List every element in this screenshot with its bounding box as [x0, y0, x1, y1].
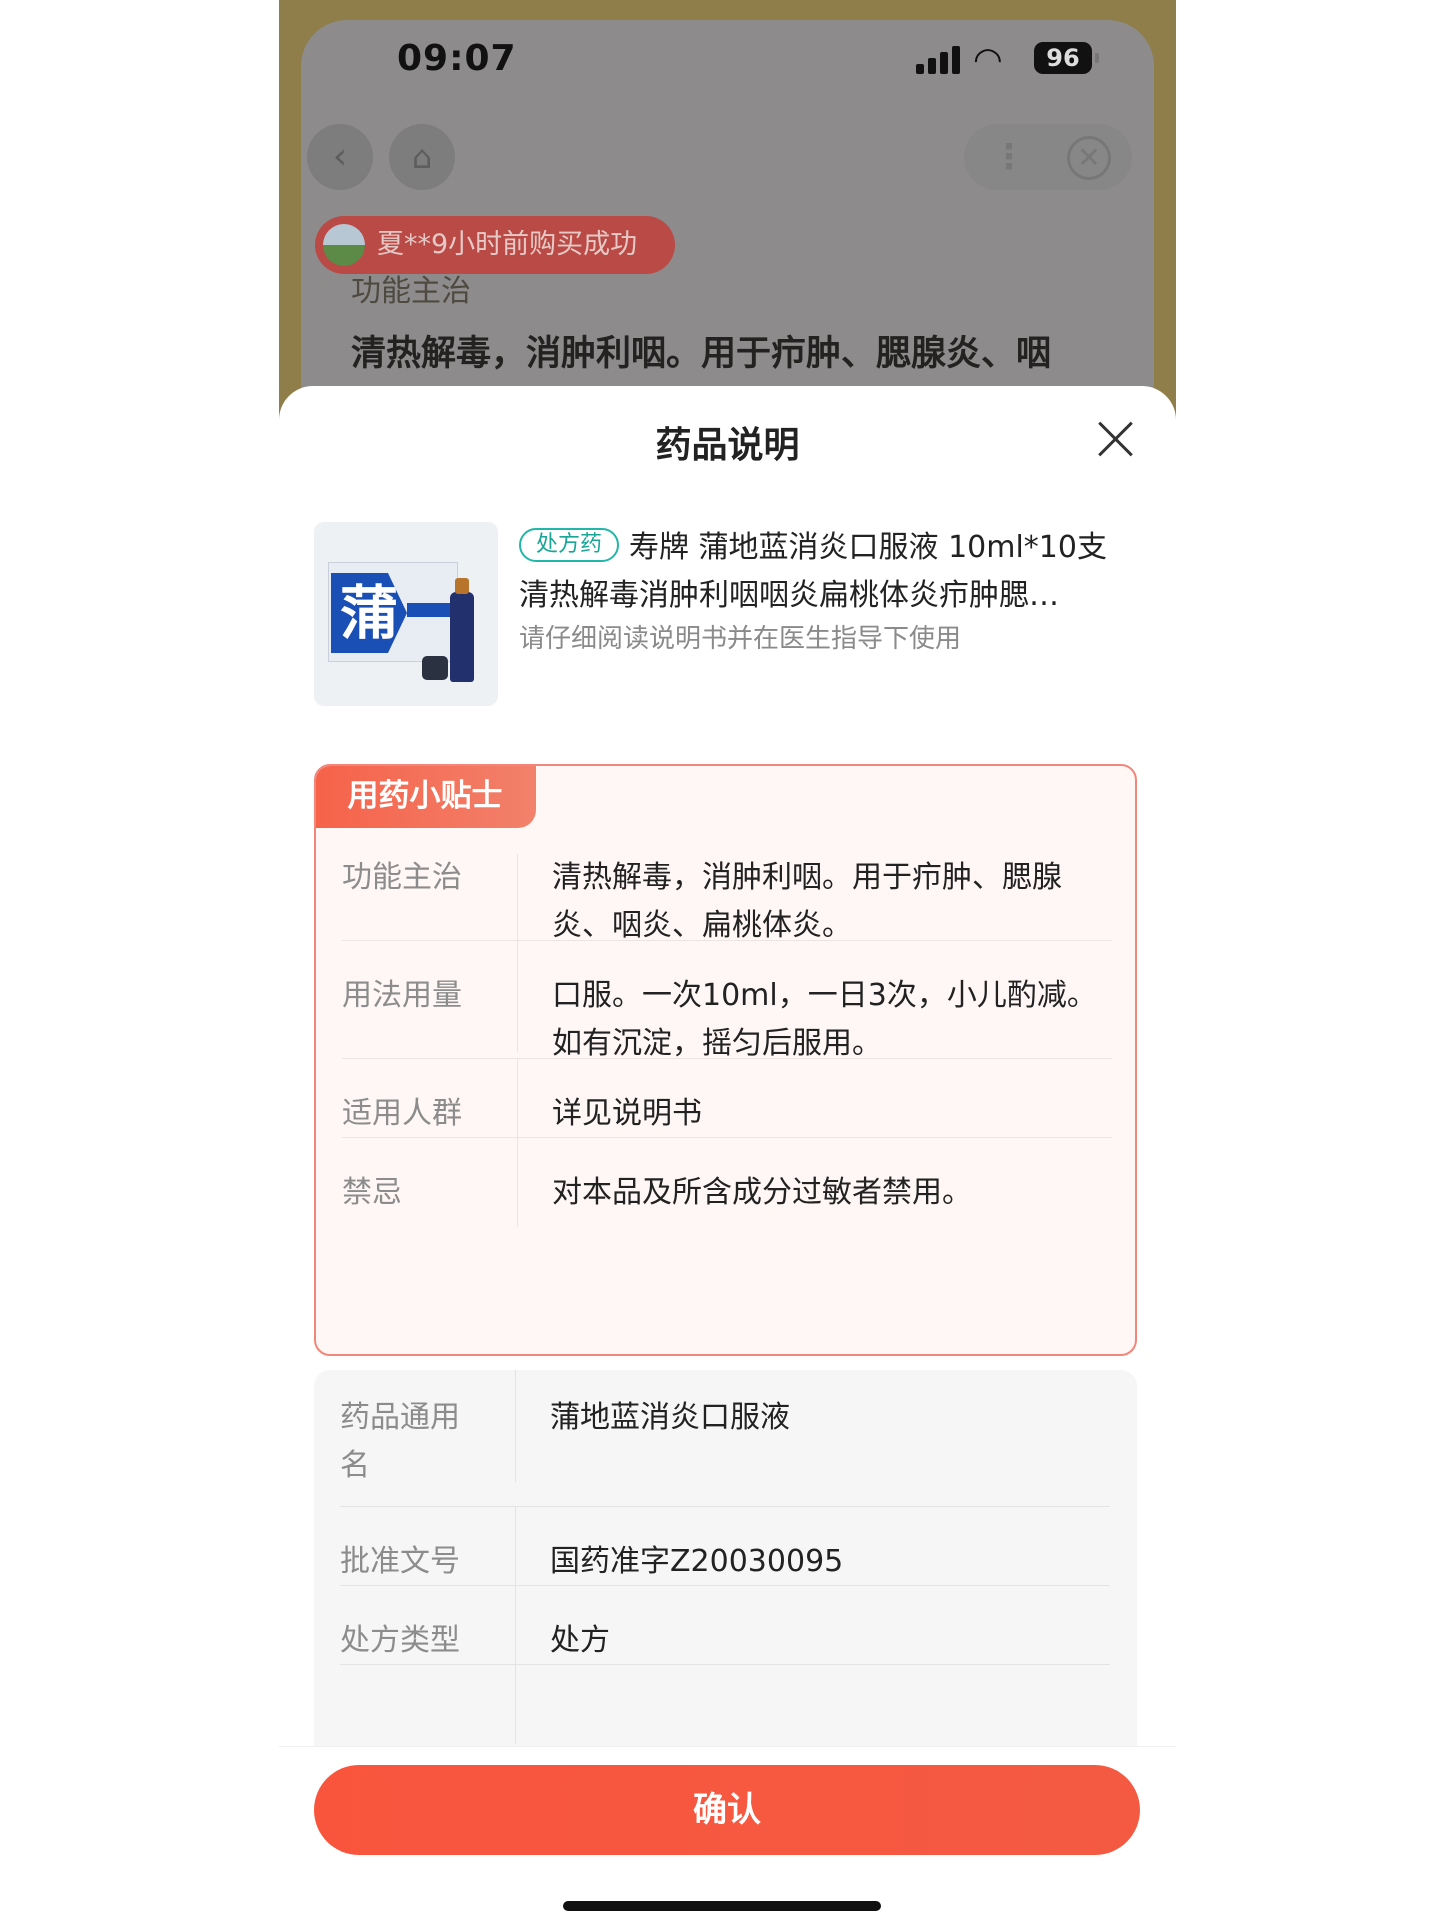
info-row-approval-number: 批准文号 国药准字Z20030095 — [340, 1506, 1110, 1602]
home-indicator — [563, 1901, 881, 1911]
row-label: 药品通用名 — [340, 1400, 460, 1483]
product-description: 清热解毒消肿利咽咽炎扁桃体炎疖肿腮… — [519, 578, 1059, 613]
toast-text: 夏**9小时前购买成功 — [377, 229, 638, 260]
battery-icon: 96 — [1034, 42, 1099, 74]
row-value: 口服。一次10ml，一日3次，小儿酌减。如有沉淀，摇匀后服用。 — [552, 978, 1097, 1061]
row-value: 蒲地蓝消炎口服液 — [550, 1400, 790, 1435]
info-row-generic-name: 药品通用名 蒲地蓝消炎口服液 — [340, 1370, 1110, 1506]
medication-tips-card: 用药小贴士 功能主治 清热解毒，消肿利咽。用于疖肿、腮腺炎、咽炎、扁桃体炎。 用… — [314, 764, 1137, 1356]
avatar — [323, 224, 365, 266]
tips-badge: 用药小贴士 — [316, 766, 536, 828]
vial-icon — [422, 656, 448, 680]
row-label: 批准文号 — [340, 1544, 460, 1579]
product-image: 蒲 — [314, 522, 498, 706]
confirm-button[interactable]: 确认 — [314, 1765, 1140, 1855]
back-icon[interactable]: ‹ — [307, 124, 373, 190]
row-label: 处方类型 — [340, 1623, 460, 1658]
more-icon[interactable]: ⋮ — [985, 124, 1033, 190]
drug-info-sheet: 药品说明 蒲 处方药 寿牌 蒲地蓝消炎口服液 10ml*10支 清热解毒消肿利咽… — [279, 386, 1176, 1920]
bg-section-text: 清热解毒，消肿利咽。用于疖肿、腮腺炎、咽 — [351, 334, 1052, 374]
row-label: 禁忌 — [342, 1175, 402, 1210]
tips-row-indication: 功能主治 清热解毒，消肿利咽。用于疖肿、腮腺炎、咽炎、扁桃体炎。 — [342, 854, 1112, 966]
row-label: 适用人群 — [342, 1096, 462, 1131]
row-value: 处方 — [550, 1623, 610, 1658]
bottle-icon — [450, 578, 474, 682]
row-value: 详见说明书 — [552, 1096, 702, 1131]
rx-tag: 处方药 — [519, 528, 619, 562]
product-tip: 请仔细阅读说明书并在医生指导下使用 — [519, 624, 962, 654]
row-label: 功能主治 — [342, 860, 462, 895]
tips-row-dosage: 用法用量 口服。一次10ml，一日3次，小儿酌减。如有沉淀，摇匀后服用。 — [342, 940, 1112, 1084]
tips-row-contraindication: 禁忌 对本品及所含成分过敏者禁用。 — [342, 1137, 1112, 1233]
sheet-footer: 确认 — [279, 1746, 1176, 1920]
product-box: 蒲 — [328, 562, 459, 662]
home-icon[interactable]: ⌂ — [389, 124, 455, 190]
row-label: 用法用量 — [342, 978, 462, 1013]
phone-screen: 09:07 ◠ 96 ‹ ⌂ ⋮ ✕ 夏**9小时前购买成功 功能主治 清热解毒… — [279, 0, 1176, 1920]
row-value: 清热解毒，消肿利咽。用于疖肿、腮腺炎、咽炎、扁桃体炎。 — [552, 860, 1062, 943]
info-row-prescription-type: 处方类型 处方 — [340, 1585, 1110, 1681]
tips-row-population: 适用人群 详见说明书 — [342, 1058, 1112, 1154]
sheet-title: 药品说明 — [655, 425, 800, 466]
status-time: 09:07 — [397, 38, 517, 79]
signal-icon — [916, 46, 964, 74]
row-value: 国药准字Z20030095 — [550, 1544, 844, 1579]
row-value: 对本品及所含成分过敏者禁用。 — [552, 1175, 972, 1210]
product-name: 寿牌 蒲地蓝消炎口服液 10ml*10支 — [629, 530, 1107, 565]
wifi-icon: ◠ — [973, 40, 1003, 80]
close-circle-icon[interactable]: ✕ — [1067, 136, 1111, 180]
product-box-char: 蒲 — [331, 573, 407, 653]
close-icon[interactable] — [1089, 412, 1143, 466]
bg-section-label: 功能主治 — [351, 274, 471, 309]
